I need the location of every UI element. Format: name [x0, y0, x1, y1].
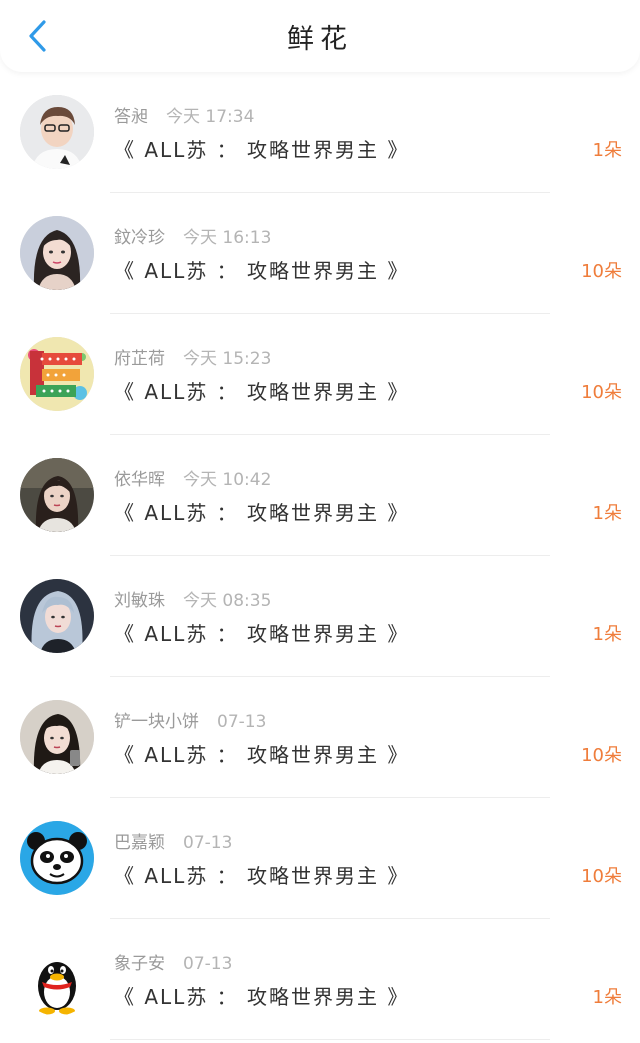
avatar — [20, 700, 94, 774]
list-item[interactable]: 鈫冷珍 今天 16:13 《 ALL苏 ： 攻略世界男主 》 10朵 — [0, 193, 640, 314]
flower-count: 10朵 — [581, 866, 622, 887]
sender-line: 象子安 07-13 — [114, 949, 232, 974]
avatar — [20, 821, 94, 895]
list-item[interactable]: 铲一块小饼 07-13 《 ALL苏 ： 攻略世界男主 》 10朵 — [0, 677, 640, 798]
sender-name: 答昶 — [114, 107, 148, 127]
list-item[interactable]: 依华晖 今天 10:42 《 ALL苏 ： 攻略世界男主 》 1朵 — [0, 435, 640, 556]
list-item[interactable]: 刘敏珠 今天 08:35 《 ALL苏 ： 攻略世界男主 》 1朵 — [0, 556, 640, 677]
book-title: 《 ALL苏 ： 攻略世界男主 》 — [114, 259, 410, 283]
avatar — [20, 942, 94, 1016]
sender-line: 鈫冷珍 今天 16:13 — [114, 223, 271, 248]
book-title: 《 ALL苏 ： 攻略世界男主 》 — [114, 622, 410, 646]
list-item[interactable]: 答昶 今天 17:34 《 ALL苏 ： 攻略世界男主 》 1朵 — [0, 72, 640, 193]
book-title: 《 ALL苏 ： 攻略世界男主 》 — [114, 138, 410, 162]
avatar — [20, 458, 94, 532]
flower-count: 1朵 — [592, 503, 622, 524]
timestamp: 今天 17:34 — [166, 107, 255, 127]
book-title: 《 ALL苏 ： 攻略世界男主 》 — [114, 501, 410, 525]
flower-count: 10朵 — [581, 745, 622, 766]
top-bar: 鲜花 — [0, 0, 640, 72]
avatar — [20, 95, 94, 169]
list-item[interactable]: 巴嘉颖 07-13 《 ALL苏 ： 攻略世界男主 》 10朵 — [0, 798, 640, 919]
sender-line: 答昶 今天 17:34 — [114, 102, 254, 127]
timestamp: 07-13 — [183, 833, 233, 853]
avatar — [20, 579, 94, 653]
sender-line: 铲一块小饼 07-13 — [114, 707, 266, 732]
book-title: 《 ALL苏 ： 攻略世界男主 》 — [114, 380, 410, 404]
sender-name: 刘敏珠 — [114, 591, 165, 611]
timestamp: 今天 16:13 — [183, 228, 272, 248]
flower-count: 1朵 — [592, 987, 622, 1008]
sender-name: 府芷荷 — [114, 349, 165, 369]
back-button[interactable] — [20, 16, 56, 56]
sender-name: 巴嘉颖 — [114, 833, 165, 853]
flower-count: 10朵 — [581, 382, 622, 403]
timestamp: 今天 08:35 — [183, 591, 272, 611]
timestamp: 今天 10:42 — [183, 470, 272, 490]
timestamp: 07-13 — [183, 954, 233, 974]
flowers-page: 鲜花 答昶 今天 17:34 《 ALL苏 ： 攻略世界男主 》 1朵 鈫冷珍 … — [0, 0, 640, 1043]
flower-count: 1朵 — [592, 140, 622, 161]
sender-line: 巴嘉颖 07-13 — [114, 828, 232, 853]
flower-count: 10朵 — [581, 261, 622, 282]
sender-line: 依华晖 今天 10:42 — [114, 465, 271, 490]
sender-name: 铲一块小饼 — [114, 712, 199, 732]
book-title: 《 ALL苏 ： 攻略世界男主 》 — [114, 864, 410, 888]
sender-name: 鈫冷珍 — [114, 228, 165, 248]
list-item[interactable]: 象子安 07-13 《 ALL苏 ： 攻略世界男主 》 1朵 — [0, 919, 640, 1040]
book-title: 《 ALL苏 ： 攻略世界男主 》 — [114, 743, 410, 767]
avatar — [20, 216, 94, 290]
sender-name: 象子安 — [114, 954, 165, 974]
list-item[interactable]: 府芷荷 今天 15:23 《 ALL苏 ： 攻略世界男主 》 10朵 — [0, 314, 640, 435]
sender-name: 依华晖 — [114, 470, 165, 490]
chevron-left-icon — [29, 20, 46, 52]
flower-count: 1朵 — [592, 624, 622, 645]
avatar — [20, 337, 94, 411]
timestamp: 今天 15:23 — [183, 349, 272, 369]
sender-line: 府芷荷 今天 15:23 — [114, 344, 271, 369]
book-title: 《 ALL苏 ： 攻略世界男主 》 — [114, 985, 410, 1009]
sender-line: 刘敏珠 今天 08:35 — [114, 586, 271, 611]
page-title: 鲜花 — [287, 23, 353, 55]
timestamp: 07-13 — [217, 712, 267, 732]
flower-list: 答昶 今天 17:34 《 ALL苏 ： 攻略世界男主 》 1朵 鈫冷珍 今天 … — [0, 72, 640, 1040]
